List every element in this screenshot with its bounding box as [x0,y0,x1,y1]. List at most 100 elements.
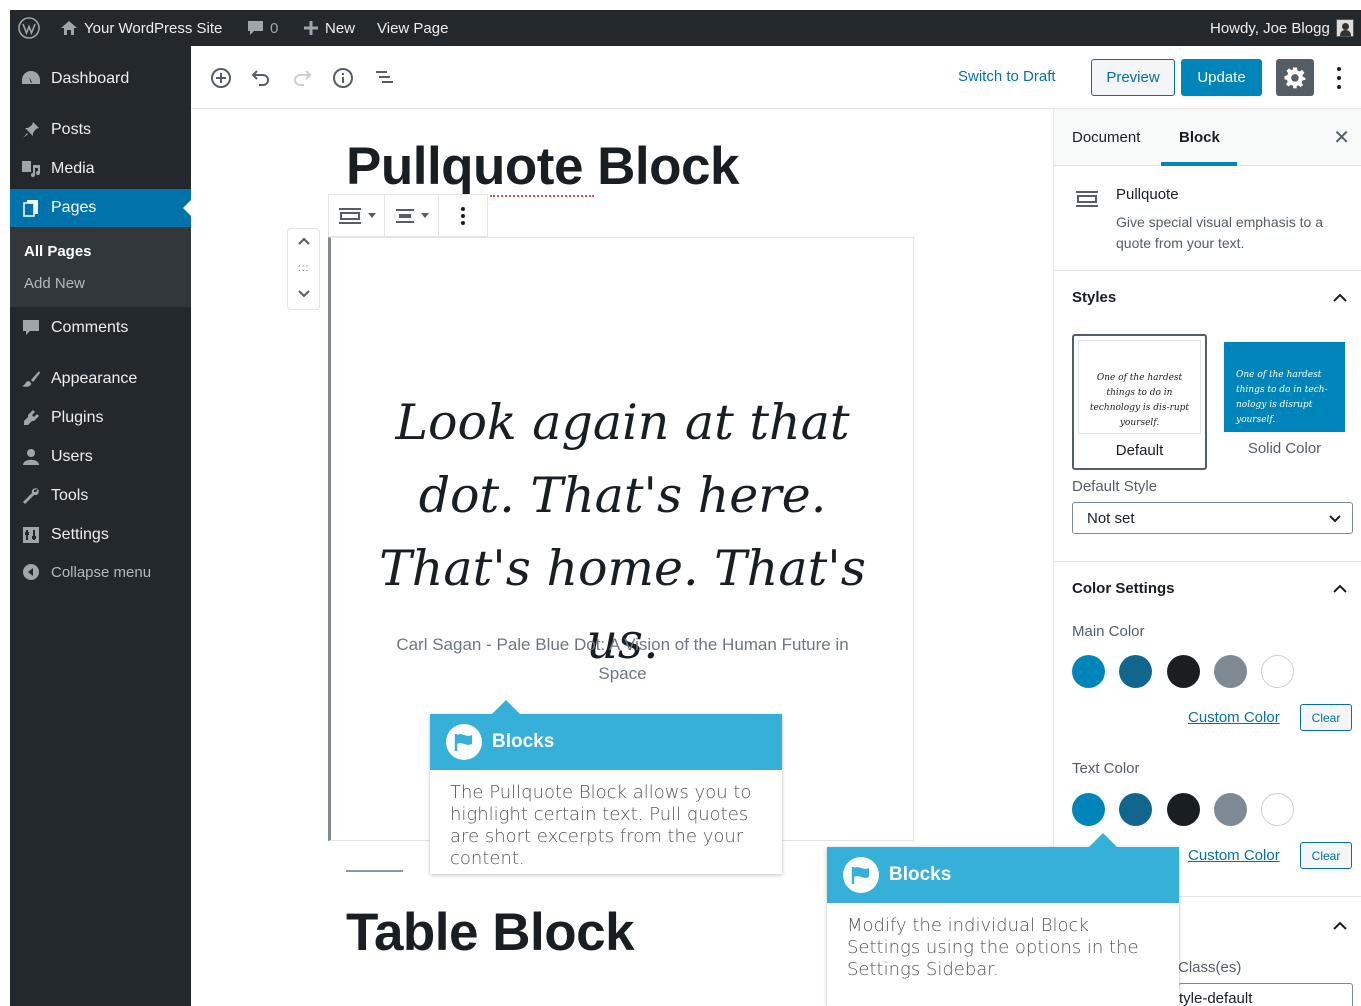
admin-bar: Your WordPress Site 0 New View Page Howd… [10,10,1361,46]
chevron-up-icon[interactable] [1332,582,1348,600]
text-color-swatch-gray[interactable] [1214,793,1247,826]
switch-to-draft-button[interactable]: Switch to Draft [958,68,1056,85]
styles-panel: Styles One of the hardest things to do i… [1054,271,1361,562]
separator-block[interactable] [346,870,403,872]
post-title[interactable]: Pullquote Block [346,136,739,197]
color-settings-heading[interactable]: Color Settings [1072,580,1175,597]
media-icon [21,159,41,179]
pullquote-icon [338,207,361,224]
menu-item-posts[interactable]: Posts [10,111,191,149]
callout-header: Blocks [827,847,1179,903]
pages-submenu: All Pages Add New [10,227,191,307]
menu-item-pages[interactable]: Pages [10,189,191,227]
settings-toggle-button[interactable] [1276,59,1314,96]
home-icon [61,21,77,35]
dashboard-icon [21,69,41,89]
block-card: Pullquote Give special visual emphasis t… [1054,166,1361,271]
collapse-label: Collapse menu [51,563,152,581]
blocks-callout-pullquote: Blocks The Pullquote Block allows you to… [430,700,782,874]
chevron-up-icon[interactable] [1332,291,1348,309]
main-color-swatch-blue[interactable] [1072,655,1105,688]
submenu-add-new[interactable]: Add New [24,275,85,292]
styles-heading[interactable]: Styles [1072,289,1116,306]
spellcheck-underline [490,195,594,197]
text-color-swatch-white[interactable] [1261,793,1294,826]
move-up-icon[interactable] [296,234,312,253]
tab-block[interactable]: Block [1179,129,1220,146]
menu-item-media[interactable]: Media [10,150,191,188]
add-block-icon[interactable] [208,65,234,91]
flag-icon [843,857,879,893]
style-option-default[interactable]: One of the hardest things to do in techn… [1072,334,1207,470]
menu-label: Comments [51,319,129,336]
change-alignment-button[interactable] [385,195,439,236]
wordpress-logo-icon[interactable] [18,10,40,46]
preview-button[interactable]: Preview [1091,59,1175,96]
plus-icon [304,21,318,35]
change-block-type-button[interactable] [329,195,385,236]
comments-count: 0 [270,19,279,37]
text-color-swatch-black[interactable] [1167,793,1200,826]
menu-item-appearance[interactable]: Appearance [10,360,191,398]
collapse-menu-button[interactable]: Collapse menu [10,553,191,591]
close-icon[interactable]: ✕ [1333,125,1350,150]
text-custom-color-link[interactable]: Custom Color [1188,847,1280,864]
main-color-swatch-dark-blue[interactable] [1119,655,1152,688]
move-down-icon[interactable] [296,287,312,306]
admin-side-menu: Dashboard Posts Media Pages All Pages Ad… [10,46,191,1006]
block-navigation-icon[interactable] [371,65,397,91]
main-color-swatch-black[interactable] [1167,655,1200,688]
pin-icon [21,120,41,140]
table-block-heading[interactable]: Table Block [346,902,635,963]
chevron-up-icon[interactable] [1332,919,1348,937]
menu-label: Tools [51,487,89,504]
pullquote-icon [1076,190,1098,213]
default-style-value: Not set [1087,509,1135,527]
user-account-menu[interactable]: Howdy, Joe Blogg [1210,10,1354,46]
text-color-swatch-blue[interactable] [1072,793,1105,826]
style-preview-default: One of the hardest things to do in techn… [1078,340,1201,434]
site-name-link[interactable]: Your WordPress Site [60,10,222,46]
comments-link[interactable]: 0 [247,10,278,46]
new-content-link[interactable]: New [303,10,355,46]
pullquote-citation[interactable]: Carl Sagan - Pale Blue Dot: A Vision of … [331,630,914,688]
default-style-label: Default Style [1072,478,1158,495]
menu-item-plugins[interactable]: Plugins [10,399,191,437]
brush-icon [21,369,41,389]
main-color-swatch-white[interactable] [1261,655,1294,688]
text-color-clear-button[interactable]: Clear [1300,842,1352,869]
user-greeting: Howdy, Joe Blogg [1210,19,1330,37]
callout-pointer [492,700,520,714]
more-options-icon[interactable] [1331,64,1347,92]
chevron-down-icon [1329,515,1341,523]
plug-icon [21,408,41,428]
drag-handle-icon[interactable]: ::: [298,263,309,274]
text-color-swatch-dark-blue[interactable] [1119,793,1152,826]
settings-icon [21,525,41,545]
submenu-all-pages[interactable]: All Pages [24,243,92,260]
undo-icon[interactable] [248,65,274,91]
callout-title: Blocks [889,864,952,885]
view-page-link[interactable]: View Page [377,10,448,46]
menu-item-settings[interactable]: Settings [10,516,191,554]
style-label-solid-color: Solid Color [1247,440,1322,457]
redo-icon[interactable] [289,65,315,91]
tab-document[interactable]: Document [1072,129,1140,146]
menu-item-dashboard[interactable]: Dashboard [10,60,191,98]
update-button[interactable]: Update [1181,59,1262,96]
default-style-select[interactable]: Not set [1072,502,1353,534]
main-color-clear-button[interactable]: Clear [1300,704,1352,731]
main-color-swatch-gray[interactable] [1214,655,1247,688]
wrench-icon [21,486,41,506]
menu-item-comments[interactable]: Comments [10,309,191,347]
menu-item-users[interactable]: Users [10,438,191,476]
info-icon[interactable] [330,65,356,91]
menu-item-tools[interactable]: Tools [10,477,191,515]
style-option-solid-color[interactable]: One of the hardest things to do in tech-… [1222,334,1347,470]
block-more-options-icon[interactable] [439,195,487,236]
callout-text: Modify the individual Block Settings usi… [847,915,1139,980]
css-class-input[interactable]: tyle-default [1178,983,1353,1006]
avatar [1335,19,1354,37]
block-name: Pullquote [1116,186,1179,203]
main-custom-color-link[interactable]: Custom Color [1188,709,1280,726]
